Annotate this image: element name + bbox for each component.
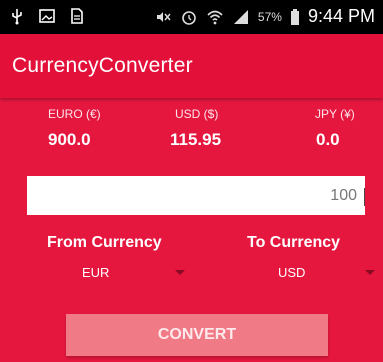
jpy-label: JPY (¥)	[315, 107, 355, 121]
to-currency-spinner[interactable]: USD	[245, 262, 377, 282]
alarm-icon	[182, 10, 196, 25]
from-currency-label: From Currency	[47, 234, 162, 251]
usd-value: 115.95	[170, 130, 222, 149]
from-currency-value: EUR	[82, 265, 110, 280]
image-icon	[39, 9, 55, 23]
dropdown-arrow-icon	[175, 270, 185, 275]
clock: 9:44 PM	[307, 6, 375, 26]
document-icon	[71, 8, 83, 24]
status-bar: 57% 9:44 PM	[0, 0, 383, 34]
app-bar: CurrencyConverter	[0, 34, 383, 98]
usb-icon	[12, 9, 22, 25]
battery-percent: 57%	[257, 9, 282, 24]
app-title: CurrencyConverter	[12, 54, 193, 77]
convert-button[interactable]: CONVERT	[66, 314, 328, 356]
euro-label: EURO (€)	[48, 107, 101, 121]
dropdown-arrow-icon	[365, 270, 375, 275]
mute-icon	[156, 11, 171, 22]
text-cursor	[364, 188, 365, 206]
usd-label: USD ($)	[175, 107, 219, 121]
battery-icon	[290, 8, 299, 25]
euro-value: 900.0	[48, 130, 91, 149]
amount-value: 100	[330, 187, 357, 204]
signal-icon	[233, 9, 248, 24]
amount-input[interactable]: 100	[27, 176, 365, 215]
wifi-icon	[207, 10, 223, 24]
to-currency-label: To Currency	[247, 234, 341, 251]
from-currency-spinner[interactable]: EUR	[47, 262, 190, 282]
jpy-value: 0.0	[316, 130, 340, 149]
to-currency-value: USD	[278, 265, 306, 280]
